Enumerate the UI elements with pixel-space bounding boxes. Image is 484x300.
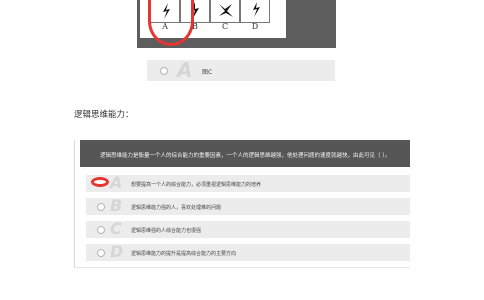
- option-text: 逻辑思维能力强的人，喜欢处理难的问题: [131, 205, 222, 211]
- radio-button[interactable]: [97, 226, 105, 234]
- figure-option-c[interactable]: [210, 0, 240, 23]
- radio-button[interactable]: [97, 203, 105, 211]
- option-letter: A: [110, 173, 123, 192]
- answer-option-a[interactable]: A 想要提高一个人的综合能力，必须重视逻辑思维能力的培养: [86, 173, 410, 192]
- option-text: 逻辑思维能力的提升是提高综合能力的主要方向: [131, 251, 237, 257]
- option-letter: C: [110, 219, 122, 238]
- answer-option-c[interactable]: C 逻辑思维强的人综合能力也很强: [86, 219, 410, 238]
- figure-shape-icon: [219, 4, 233, 17]
- option-letter: B: [110, 196, 123, 215]
- figure-label-c: C: [221, 22, 229, 31]
- option-text: 图C: [202, 69, 213, 76]
- answer-option-c[interactable]: A 图C: [147, 58, 335, 82]
- question-stem: 逻辑思维能力是衡量一个人的综合能力的重要因素，一个人的逻辑思维越强，他处理问题的…: [100, 153, 391, 159]
- radio-button[interactable]: [160, 67, 168, 75]
- figure-label-d: D: [251, 22, 259, 31]
- selected-radio-annotation[interactable]: [91, 177, 109, 187]
- option-text: 想要提高一个人的综合能力，必须重视逻辑思维能力的培养: [131, 182, 262, 188]
- option-letter: A: [177, 58, 193, 82]
- figure-shape-icon: [253, 2, 260, 17]
- figure-option-d[interactable]: [240, 0, 270, 23]
- answer-option-d[interactable]: D 逻辑思维能力的提升是提高综合能力的主要方向: [86, 242, 410, 261]
- answer-option-b[interactable]: B 逻辑思维能力强的人，喜欢处理难的问题: [86, 196, 410, 215]
- option-letter: D: [110, 242, 124, 261]
- radio-button[interactable]: [97, 249, 105, 257]
- question-stem-bar: 逻辑思维能力是衡量一个人的综合能力的重要因素，一个人的逻辑思维越强，他处理问题的…: [80, 140, 410, 167]
- option-text: 逻辑思维强的人综合能力也很强: [131, 228, 202, 234]
- section-title: 逻辑思维能力：: [74, 110, 134, 120]
